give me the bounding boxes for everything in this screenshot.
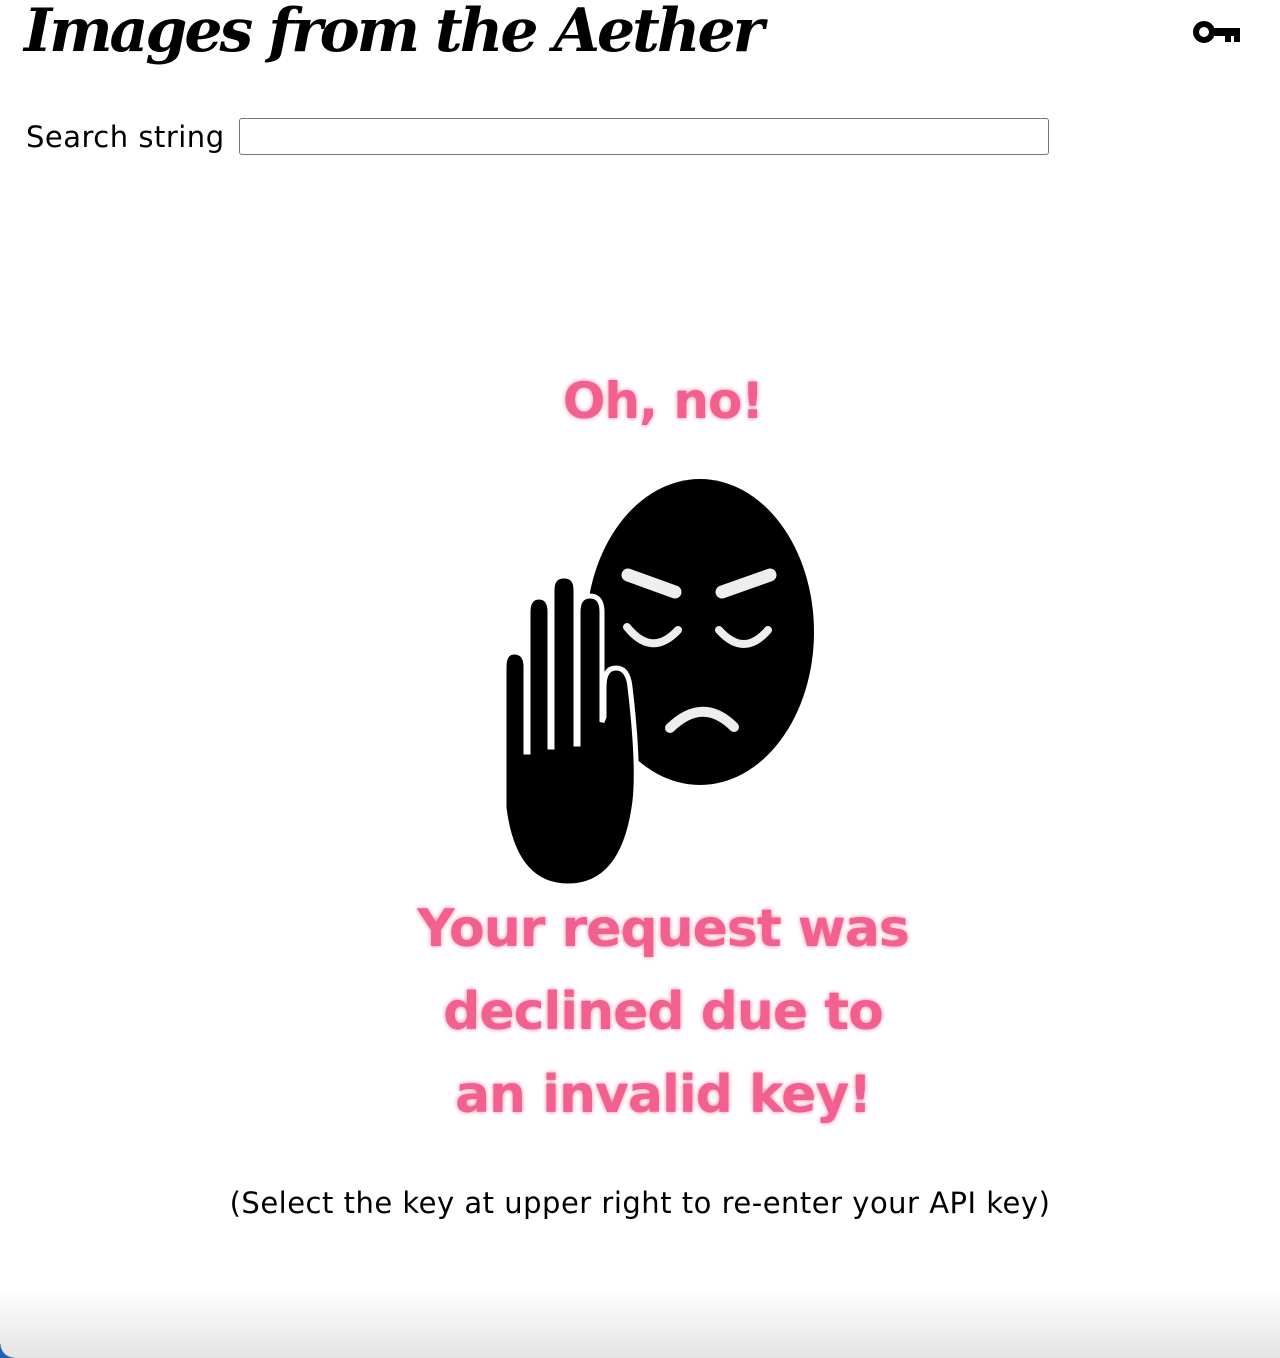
- search-label: Search string: [26, 119, 225, 154]
- error-heading: Oh, no!: [562, 372, 764, 430]
- bottom-shadow: [0, 1288, 1280, 1358]
- error-message: Your request was declined due to an inva…: [417, 899, 910, 1125]
- api-key-button[interactable]: [1192, 14, 1242, 50]
- search-row: Search string: [26, 118, 1049, 155]
- hint-text: (Select the key at upper right to re-ent…: [229, 1186, 1051, 1220]
- page: Images from the Aether Search string Oh,…: [0, 0, 1280, 1358]
- key-icon: [1193, 21, 1240, 43]
- stop-hand-angry-face-icon: [501, 479, 814, 889]
- window-corner: [0, 1344, 14, 1358]
- page-title: Images from the Aether: [24, 0, 764, 66]
- search-input[interactable]: [238, 118, 1049, 155]
